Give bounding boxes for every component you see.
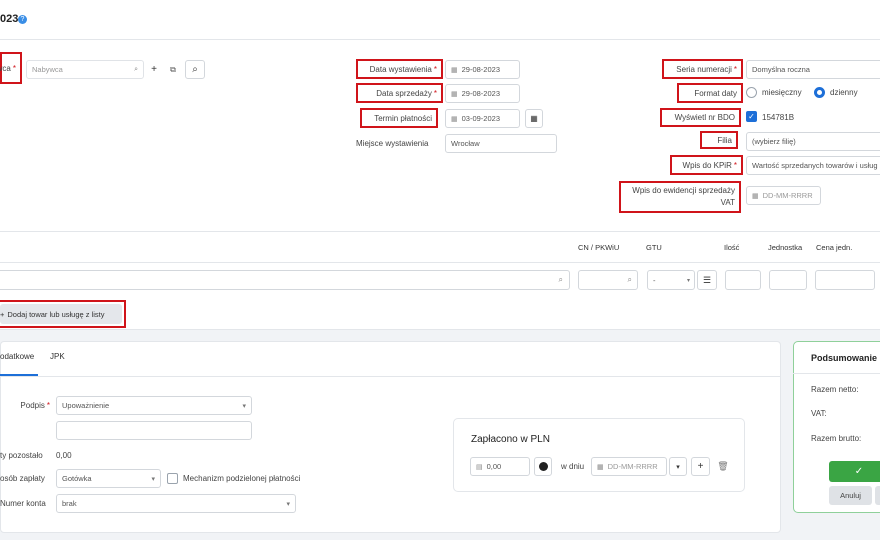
copy-buyer-button[interactable]: ⧉	[165, 60, 181, 79]
trash-icon[interactable]: 🗑	[716, 457, 730, 476]
paid-date-input[interactable]: ▦ DD-MM-RRRR	[591, 457, 667, 476]
chevron-down-icon: ▾	[686, 277, 690, 284]
remaining-value: 0,00	[56, 451, 72, 460]
date-format-label: Format daty	[677, 83, 743, 103]
cn-pkwiu-input[interactable]: ⌕	[578, 270, 638, 290]
account-select[interactable]: brak ▾	[56, 494, 296, 513]
summary-title: Podsumowanie	[811, 353, 878, 363]
add-payment-button[interactable]: +	[691, 457, 710, 476]
add-buyer-button[interactable]: +	[146, 60, 162, 79]
chevron-down-icon: ▾	[151, 475, 155, 483]
more-button[interactable]	[875, 486, 880, 505]
sale-date-label: Data sprzedaży *	[356, 83, 443, 103]
issue-date-label: Data wystawienia *	[356, 59, 443, 79]
calendar-icon: ▦	[597, 463, 604, 471]
payment-method-select[interactable]: Gotówka ▾	[56, 469, 161, 488]
date-format-daily-radio[interactable]	[814, 87, 825, 98]
add-from-list-button[interactable]: + Dodaj towar lub usługę z listy	[0, 304, 122, 324]
signature-label: Podpis *	[20, 401, 50, 410]
numbering-select[interactable]: Domyślna roczna	[746, 60, 880, 79]
page-title: 023	[0, 13, 19, 25]
add-from-list-highlight: + Dodaj towar lub usługę z listy	[0, 300, 126, 328]
account-label: Numer konta	[0, 499, 46, 508]
tabs-divider	[0, 376, 781, 377]
gtu-select[interactable]: - ▾	[647, 270, 695, 290]
vat-register-label: Wpis do ewidencji sprzedaży VAT	[619, 181, 741, 213]
vat-register-date-input[interactable]: ▦ DD-MM-RRRR	[746, 186, 821, 205]
kpir-select[interactable]: Wartość sprzedanych towarów i usług	[746, 156, 880, 175]
calendar-button[interactable]: ▦	[525, 109, 543, 128]
issue-date-input[interactable]: ▦ 29-08-2023	[445, 60, 520, 79]
signature-select[interactable]: Upoważnienie ▾	[56, 396, 252, 415]
calendar-icon: ▦	[451, 115, 458, 123]
col-unit: Jednostka	[768, 243, 803, 252]
col-cn-pkwiu: CN / PKWiU	[578, 243, 620, 252]
search-icon: ⌕	[134, 65, 138, 73]
currency-toggle-button[interactable]	[534, 457, 552, 476]
place-input[interactable]: Wrocław	[445, 134, 557, 153]
chevron-down-icon: ▾	[242, 402, 246, 410]
bdo-number: 154781B	[762, 113, 795, 122]
search-icon: ⌕	[627, 275, 632, 284]
unit-price-input[interactable]	[815, 270, 875, 290]
paid-dropdown-button[interactable]: ▾	[669, 457, 687, 476]
bdo-label: Wyświetl nr BDO	[660, 108, 741, 127]
gtu-list-button[interactable]: ☰	[697, 270, 717, 290]
net-total-label: Razem netto:	[811, 385, 859, 394]
chevron-down-icon: ▾	[286, 500, 290, 508]
kpir-label: Wpis do KPiR *	[670, 155, 743, 175]
cancel-button[interactable]: Anuluj	[829, 486, 872, 505]
confirm-button[interactable]: ✓	[829, 461, 880, 482]
calendar-icon: ▦	[451, 66, 458, 74]
place-label: Miejsce wystawienia	[356, 139, 429, 148]
search-icon: ⌕	[558, 275, 563, 284]
search-buyer-button[interactable]: ⌕	[185, 60, 205, 79]
tab-additional[interactable]: odatkowe	[0, 352, 34, 361]
table-header-divider	[0, 262, 880, 263]
on-day-label: w dniu	[561, 462, 585, 471]
item-name-input[interactable]: ⌕	[0, 270, 570, 290]
payment-term-label: Termin płatności	[360, 108, 438, 128]
split-payment-label: Mechanizm podzielonej płatności	[183, 474, 301, 483]
paid-title: Zapłacono w PLN	[471, 434, 550, 445]
remaining-label: ty pozostało	[0, 451, 43, 460]
branch-label: Filia	[700, 131, 738, 149]
sale-date-input[interactable]: ▦ 29-08-2023	[445, 84, 520, 103]
bdo-checkbox[interactable]: ✓	[746, 111, 757, 122]
paid-box	[453, 418, 745, 492]
quantity-input[interactable]	[725, 270, 761, 290]
plus-icon: +	[0, 309, 5, 319]
date-format-monthly-radio[interactable]	[746, 87, 757, 98]
date-format-monthly-label: miesięczny	[762, 88, 802, 97]
split-payment-checkbox[interactable]	[167, 473, 178, 484]
vat-total-label: VAT:	[811, 409, 827, 418]
header-bar: 023 ?	[0, 0, 880, 40]
col-unit-price: Cena jedn.	[816, 243, 853, 252]
payment-method-label: osób zapłaty	[0, 474, 45, 483]
tab-jpk[interactable]: JPK	[50, 352, 65, 361]
unit-input[interactable]	[769, 270, 807, 290]
branch-select[interactable]: (wybierz filię)	[746, 132, 880, 151]
paid-amount-input[interactable]: ▤ 0,00	[470, 457, 530, 476]
numbering-label: Seria numeracji *	[662, 59, 743, 79]
buyer-input[interactable]: Nabywca ⌕	[26, 60, 144, 79]
signature-name-input[interactable]	[56, 421, 252, 440]
date-format-daily-label: dzienny	[830, 88, 858, 97]
col-quantity: Ilość	[724, 243, 740, 252]
calendar-icon: ▦	[451, 90, 458, 98]
wallet-icon: ▤	[476, 463, 483, 471]
payment-term-input[interactable]: ▦ 03-09-2023	[445, 109, 520, 128]
calendar-icon: ▦	[752, 192, 759, 200]
help-icon[interactable]: ?	[18, 15, 27, 24]
buyer-label: wca*	[0, 52, 22, 84]
col-gtu: GTU	[646, 243, 662, 252]
summary-divider	[793, 373, 880, 374]
gross-total-label: Razem brutto:	[811, 434, 862, 443]
check-icon: ✓	[854, 466, 864, 477]
